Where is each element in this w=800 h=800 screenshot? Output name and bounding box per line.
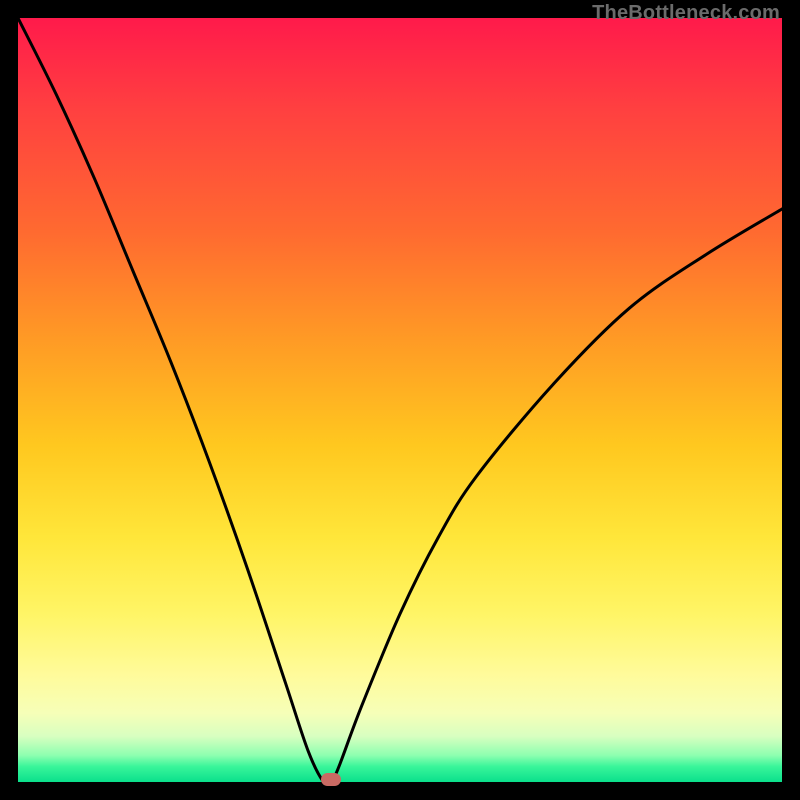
bottleneck-curve (18, 18, 782, 782)
chart-frame: TheBottleneck.com (0, 0, 800, 800)
watermark-label: TheBottleneck.com (592, 2, 780, 25)
optimum-marker (321, 773, 341, 786)
